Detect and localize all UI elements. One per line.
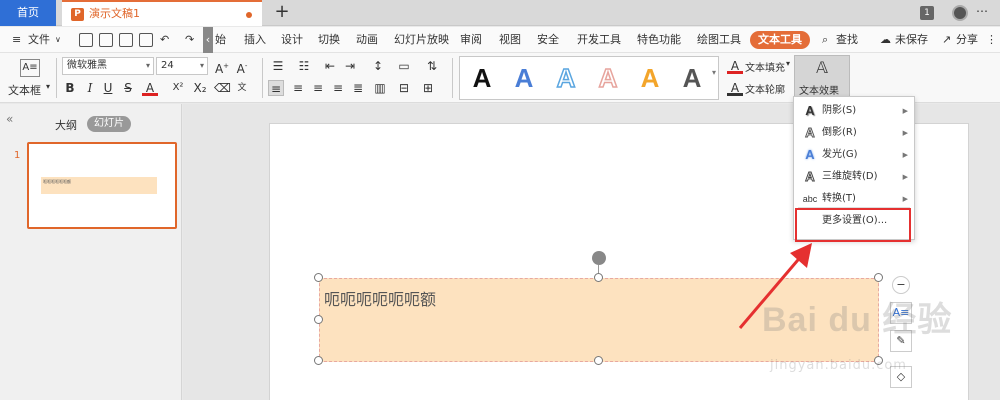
menu-item-reflection[interactable]: A 倒影(R) ▶ [794,122,914,144]
menu-item-label: 倒影(R) [822,127,857,138]
menu-item-label: 阴影(S) [822,105,857,116]
annotation-highlight-box [795,208,911,242]
glow-a-icon: A [805,147,815,162]
rotation-3d-a-icon: A [805,169,815,185]
menu-item-label: 发光(G) [822,149,858,160]
transform-abc-icon: abc [802,194,818,204]
chevron-right-icon: ▶ [902,173,908,181]
chevron-right-icon: ▶ [902,129,908,137]
menu-item-3d-rotation[interactable]: A 三维旋转(D) ▶ [794,166,914,188]
menu-item-shadow[interactable]: A 阴影(S) ▶ [794,100,914,122]
menu-item-label: 三维旋转(D) [822,171,878,182]
menu-item-glow[interactable]: A 发光(G) ▶ [794,144,914,166]
chevron-right-icon: ▶ [902,107,908,115]
shadow-a-icon: A [805,103,815,118]
chevron-right-icon: ▶ [902,151,908,159]
reflection-a-icon: A [805,125,815,141]
